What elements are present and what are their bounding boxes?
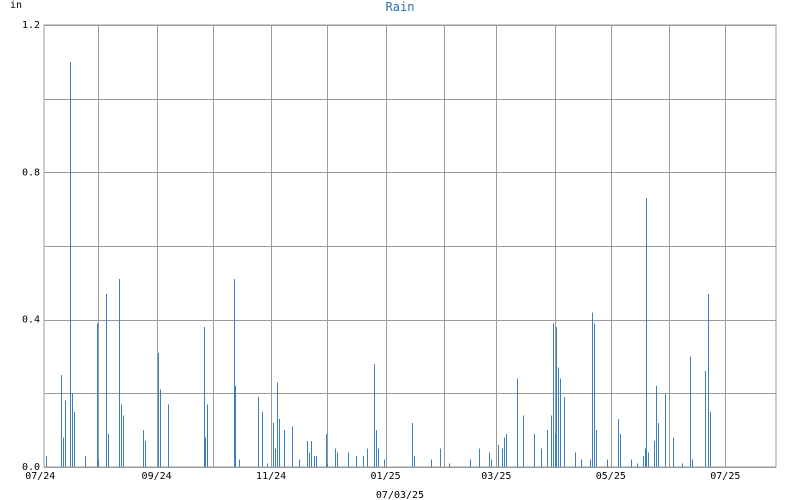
- rain-chart: Rain in 0.00.40.81.2 07/24 09/24 11/24 01/2…: [10, 0, 777, 500]
- x-tick-label: 07/25: [710, 471, 740, 482]
- x-tick-label: 11/24: [256, 471, 286, 482]
- chart-title: Rain: [386, 0, 415, 14]
- x-axis-ticks: 07/24 09/24 11/24 01/25 03/25 05/25 07/25: [25, 471, 740, 482]
- x-tick-label: 03/25: [481, 471, 511, 482]
- rain-bars: [46, 61, 711, 467]
- x-tick-label: 07/24: [25, 471, 55, 482]
- y-axis-ticks: 0.00.40.81.2: [22, 20, 40, 473]
- y-axis-unit-label: in: [10, 0, 22, 11]
- x-axis-date-label: 07/03/25: [376, 490, 424, 500]
- grid-lines: [44, 25, 776, 468]
- y-tick-label: 0.8: [22, 167, 40, 178]
- y-tick-label: 1.2: [22, 20, 40, 31]
- x-tick-label: 01/25: [371, 471, 401, 482]
- y-tick-label: 0.4: [22, 315, 40, 326]
- x-tick-label: 05/25: [596, 471, 626, 482]
- x-tick-label: 09/24: [142, 471, 172, 482]
